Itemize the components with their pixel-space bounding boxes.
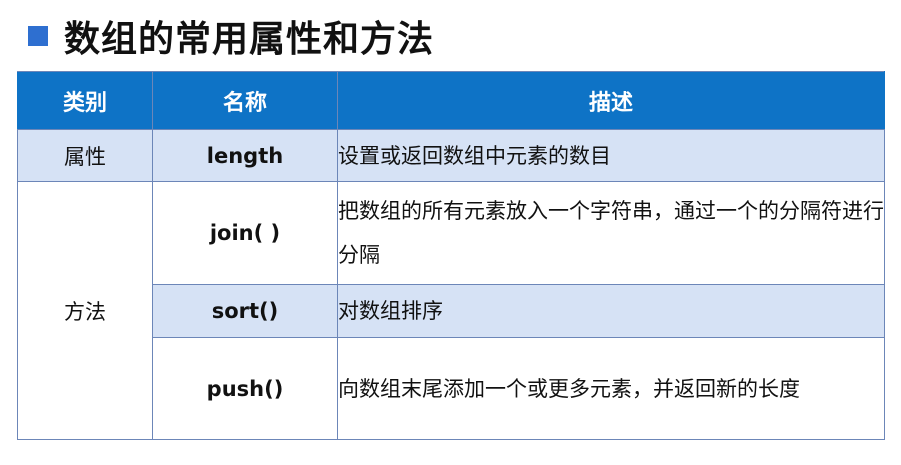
row-name: push() [152, 337, 338, 440]
row-description: 向数组末尾添加一个或更多元素，并返回新的长度 [337, 337, 885, 440]
row-description: 设置或返回数组中元素的数目 [337, 129, 885, 182]
header-name: 名称 [152, 71, 338, 130]
row-name: join( ) [152, 181, 338, 285]
row-description: 把数组的所有元素放入一个字符串，通过一个的分隔符进行分隔 [337, 181, 885, 285]
row-category: 属性 [17, 129, 153, 182]
header-category: 类别 [17, 71, 153, 130]
page-title: 数组的常用属性和方法 [64, 19, 435, 60]
properties-table: 类别 名称 描述 属性 length 设置或返回数组中元素的数目 方法 join… [17, 71, 885, 440]
header-description: 描述 [337, 71, 885, 130]
table-row: 属性 length 设置或返回数组中元素的数目 [17, 129, 885, 182]
row-category: 方法 [17, 181, 153, 440]
title-row: 数组的常用属性和方法 [28, 10, 434, 62]
row-name: length [152, 129, 338, 182]
row-name: sort() [152, 284, 338, 338]
table-row: 方法 join( ) 把数组的所有元素放入一个字符串，通过一个的分隔符进行分隔 [17, 181, 885, 440]
row-description: 对数组排序 [337, 284, 885, 338]
table-header-row: 类别 名称 描述 [17, 71, 885, 130]
title-bullet-icon [28, 26, 48, 46]
